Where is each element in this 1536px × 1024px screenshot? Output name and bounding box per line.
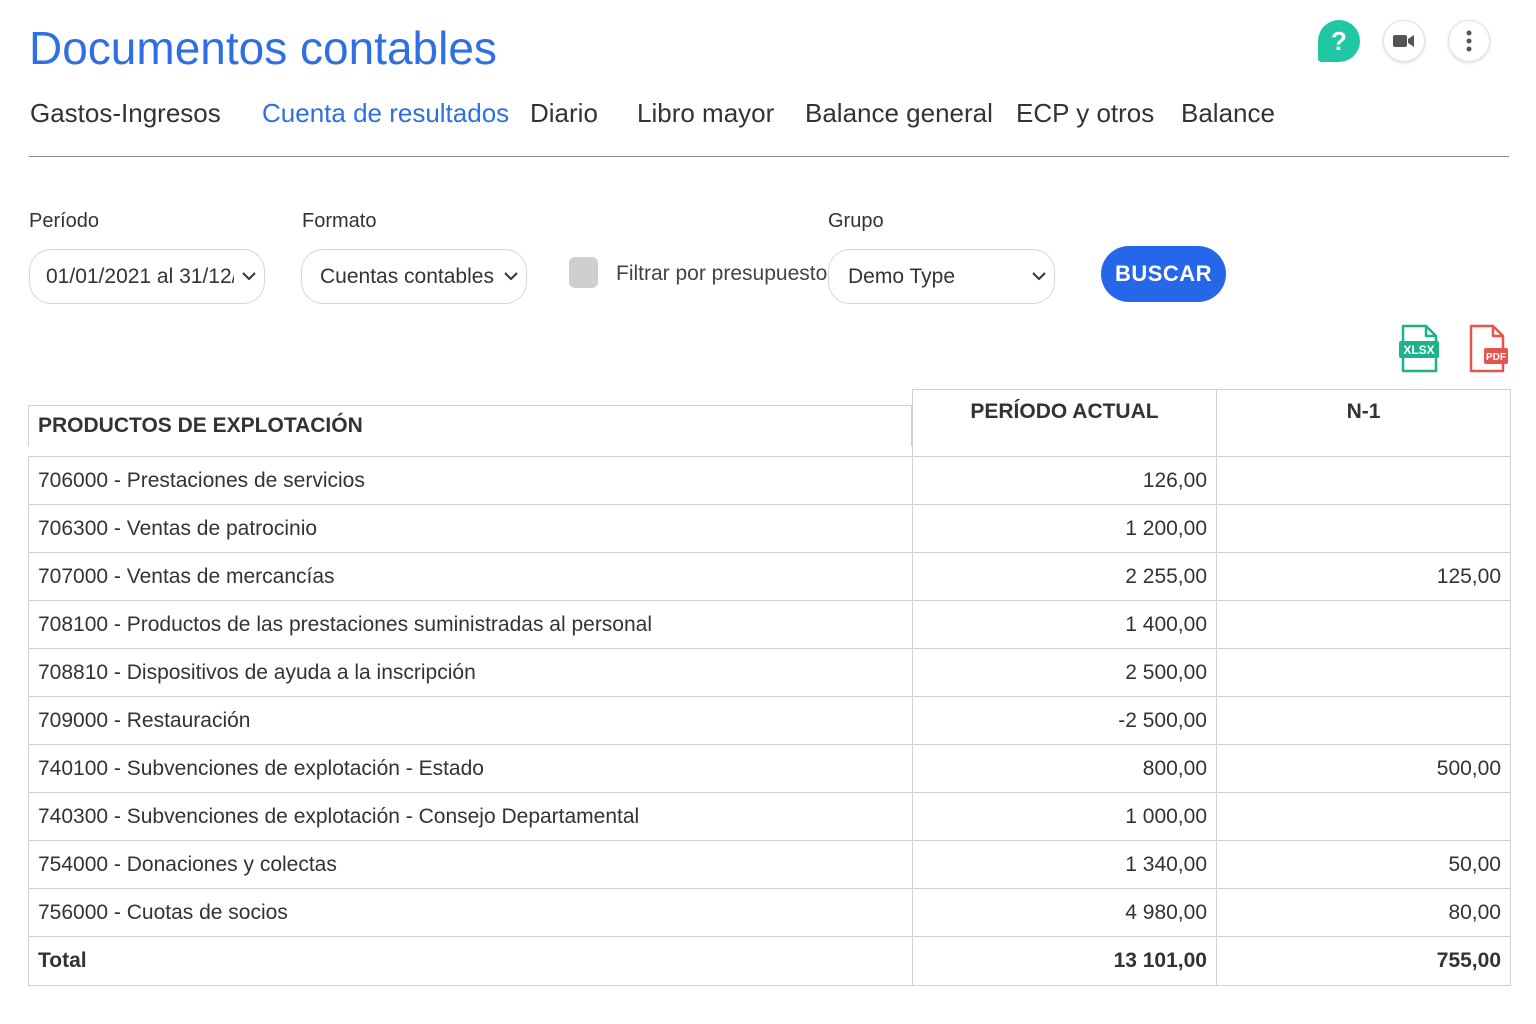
periodo-select[interactable]: 01/01/2021 al 31/12/: [29, 249, 265, 304]
periodo-label: Período [29, 210, 100, 232]
formato-label: Formato [302, 210, 377, 232]
table-row: 756000 - Cuotas de socios 4 980,00 80,00 [28, 888, 1511, 937]
row-prev [1216, 792, 1511, 841]
results-table-container: PRODUCTOS DE EXPLOTACIÓN PERÍODO ACTUAL … [28, 389, 1511, 986]
row-label: 708810 - Dispositivos de ayuda a la insc… [28, 648, 913, 697]
tab-cuenta-de-resultados[interactable]: Cuenta de resultados [262, 98, 509, 129]
pdf-file-icon: PDF [1469, 324, 1508, 373]
export-xlsx-button[interactable]: XLSX [1398, 324, 1440, 379]
row-current: 2 500,00 [912, 648, 1217, 697]
help-button[interactable]: ? [1318, 20, 1360, 62]
row-current: 2 255,00 [912, 552, 1217, 601]
row-current: 1 340,00 [912, 840, 1217, 889]
more-options-button[interactable] [1448, 20, 1490, 62]
row-current: 126,00 [912, 456, 1217, 505]
pdf-label: PDF [1486, 352, 1506, 363]
more-vertical-icon [1466, 30, 1472, 52]
table-row: 754000 - Donaciones y colectas 1 340,00 … [28, 840, 1511, 889]
chevron-down-icon [234, 272, 264, 281]
tab-bar: Gastos-Ingresos Cuenta de resultados Dia… [29, 88, 1509, 157]
total-current: 13 101,00 [912, 936, 1217, 986]
tab-balance[interactable]: Balance [1181, 98, 1275, 129]
header-actions: ? [1318, 20, 1490, 62]
row-prev: 80,00 [1216, 888, 1511, 937]
table-row: 740100 - Subvenciones de explotación - E… [28, 744, 1511, 793]
table-row: 708100 - Productos de las prestaciones s… [28, 600, 1511, 649]
row-label: 706000 - Prestaciones de servicios [28, 456, 913, 505]
table-row: 708810 - Dispositivos de ayuda a la insc… [28, 648, 1511, 697]
table-row: 706000 - Prestaciones de servicios 126,0… [28, 456, 1511, 505]
table-row: 709000 - Restauración -2 500,00 [28, 696, 1511, 745]
grupo-select[interactable]: Demo Type [828, 249, 1055, 304]
total-label: Total [28, 936, 913, 986]
row-label: 706300 - Ventas de patrocinio [28, 504, 913, 553]
row-prev: 500,00 [1216, 744, 1511, 793]
table-row: 707000 - Ventas de mercancías 2 255,00 1… [28, 552, 1511, 601]
row-prev: 50,00 [1216, 840, 1511, 889]
xlsx-label: XLSX [1403, 343, 1434, 357]
chevron-down-icon [496, 272, 526, 281]
export-pdf-button[interactable]: PDF [1467, 324, 1509, 379]
formato-select[interactable]: Cuentas contables [301, 249, 527, 304]
row-current: 800,00 [912, 744, 1217, 793]
formato-value: Cuentas contables [320, 264, 494, 288]
row-current: 1 200,00 [912, 504, 1217, 553]
row-label: 740100 - Subvenciones de explotación - E… [28, 744, 913, 793]
row-prev [1216, 600, 1511, 649]
table-row: 706300 - Ventas de patrocinio 1 200,00 [28, 504, 1511, 553]
header-n-1: N-1 [1216, 389, 1511, 457]
help-icon: ? [1331, 25, 1347, 56]
row-current: -2 500,00 [912, 696, 1217, 745]
search-button[interactable]: BUSCAR [1101, 246, 1226, 302]
video-camera-icon [1393, 35, 1414, 47]
table-total-row: Total 13 101,00 755,00 [28, 936, 1511, 986]
grupo-value: Demo Type [848, 264, 955, 288]
table-row: 740300 - Subvenciones de explotación - C… [28, 792, 1511, 841]
row-prev [1216, 456, 1511, 505]
total-prev: 755,00 [1216, 936, 1511, 986]
row-current: 1 400,00 [912, 600, 1217, 649]
presupuesto-label: Filtrar por presupuesto [616, 262, 828, 285]
presupuesto-checkbox[interactable] [569, 257, 598, 288]
xlsx-file-icon: XLSX [1399, 324, 1439, 373]
row-label: 740300 - Subvenciones de explotación - C… [28, 792, 913, 841]
chevron-down-icon [1024, 272, 1054, 281]
tab-balance-general[interactable]: Balance general [805, 98, 993, 129]
row-prev: 125,00 [1216, 552, 1511, 601]
tab-gastos-ingresos[interactable]: Gastos-Ingresos [30, 98, 221, 129]
row-label: 709000 - Restauración [28, 696, 913, 745]
row-current: 1 000,00 [912, 792, 1217, 841]
row-label: 707000 - Ventas de mercancías [28, 552, 913, 601]
row-current: 4 980,00 [912, 888, 1217, 937]
header-periodo-actual: PERÍODO ACTUAL [912, 389, 1217, 457]
row-prev [1216, 696, 1511, 745]
row-prev [1216, 504, 1511, 553]
video-button[interactable] [1383, 20, 1425, 62]
tab-ecp-y-otros[interactable]: ECP y otros [1016, 98, 1154, 129]
results-table: PERÍODO ACTUAL N-1 706000 - Prestaciones… [28, 389, 1511, 986]
row-label: 708100 - Productos de las prestaciones s… [28, 600, 913, 649]
row-label: 756000 - Cuotas de socios [28, 888, 913, 937]
tab-diario[interactable]: Diario [530, 98, 598, 129]
tab-libro-mayor[interactable]: Libro mayor [637, 98, 774, 129]
row-prev [1216, 648, 1511, 697]
row-label: 754000 - Donaciones y colectas [28, 840, 913, 889]
section-title: PRODUCTOS DE EXPLOTACIÓN [28, 405, 912, 446]
grupo-label: Grupo [828, 210, 884, 232]
page-title: Documentos contables [29, 22, 497, 74]
periodo-value: 01/01/2021 al 31/12/: [46, 264, 234, 288]
